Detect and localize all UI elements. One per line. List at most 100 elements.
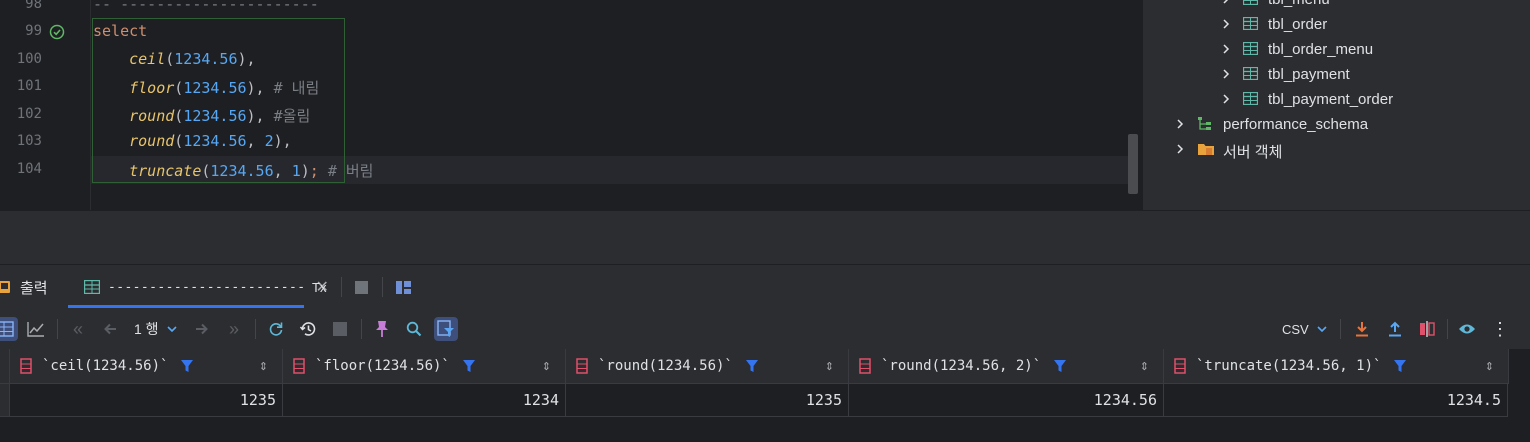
upload-icon bbox=[1389, 321, 1401, 337]
arrow-left-icon bbox=[104, 323, 116, 335]
sort-icon[interactable]: ⇕ bbox=[1485, 360, 1494, 373]
line-number: 98 bbox=[25, 0, 42, 12]
chart-view-button[interactable] bbox=[24, 317, 48, 341]
separator bbox=[382, 277, 383, 297]
refresh-button[interactable] bbox=[264, 317, 288, 341]
keyword-select: select bbox=[93, 22, 148, 40]
pin-button[interactable] bbox=[370, 317, 394, 341]
sql-editor[interactable]: 98 99 100 101 102 103 104 -- -----------… bbox=[0, 0, 1142, 210]
layout-icon bbox=[396, 280, 411, 294]
column-header[interactable]: `round(1234.56, 2)` ⇕ bbox=[849, 349, 1164, 384]
chevron-right-icon[interactable] bbox=[1221, 69, 1231, 79]
separator bbox=[361, 319, 362, 339]
table-cell[interactable]: 1235 bbox=[566, 384, 849, 417]
table-cell[interactable]: 1235 bbox=[10, 384, 283, 417]
cancel-query-button[interactable] bbox=[328, 317, 352, 341]
export-format-dropdown[interactable]: CSV bbox=[1282, 317, 1327, 341]
function-name: ceil bbox=[129, 50, 166, 68]
tree-item-schema[interactable]: performance_schema bbox=[1223, 116, 1368, 133]
chevron-right-icon[interactable] bbox=[1221, 0, 1231, 4]
tree-item-table[interactable]: tbl_order bbox=[1268, 16, 1327, 33]
layout-button[interactable] bbox=[396, 265, 411, 309]
number-literal: 1234.56 bbox=[183, 132, 247, 150]
rows-dropdown[interactable]: 1 행 bbox=[134, 317, 177, 341]
sort-icon[interactable]: ⇕ bbox=[259, 360, 268, 373]
last-page-button[interactable]: » bbox=[222, 317, 246, 341]
chevron-right-icon[interactable] bbox=[1175, 119, 1185, 129]
tab-output-label: 출력 bbox=[20, 279, 48, 297]
tab-result[interactable]: ------------------------ ✕ bbox=[84, 265, 329, 309]
line-number: 103 bbox=[16, 133, 42, 149]
row-number[interactable] bbox=[0, 384, 10, 417]
statement-boundary bbox=[92, 18, 345, 183]
execution-success-icon[interactable] bbox=[49, 24, 65, 40]
search-button[interactable] bbox=[402, 317, 426, 341]
more-options-button[interactable]: ⋮ bbox=[1488, 317, 1512, 341]
prev-page-button[interactable] bbox=[98, 317, 122, 341]
column-header-label: `truncate(1234.56, 1)` bbox=[1196, 358, 1382, 374]
column-icon bbox=[859, 358, 871, 374]
comment: # 버림 bbox=[327, 162, 374, 180]
table-cell[interactable]: 1234.5 bbox=[1164, 384, 1508, 417]
history-button[interactable] bbox=[296, 317, 320, 341]
code-line-100: ceil(1234.56), bbox=[129, 50, 256, 68]
stop-icon bbox=[333, 322, 347, 336]
column-header[interactable]: `truncate(1234.56, 1)` ⇕ bbox=[1164, 349, 1509, 384]
table-view-button[interactable] bbox=[0, 317, 18, 341]
editor-scrollbar[interactable] bbox=[1128, 134, 1138, 194]
upload-button[interactable] bbox=[1383, 317, 1407, 341]
code-line-103: round(1234.56, 2), bbox=[129, 132, 292, 150]
chevron-down-icon bbox=[1317, 326, 1327, 333]
arrow-right-icon bbox=[196, 323, 208, 335]
code-line-101: floor(1234.56), # 내림 bbox=[129, 79, 320, 97]
tree-item-table[interactable]: tbl_payment_order bbox=[1268, 91, 1393, 108]
filter-icon[interactable] bbox=[462, 359, 476, 373]
tree-item-table[interactable]: tbl_order_menu bbox=[1268, 41, 1373, 58]
chevron-right-icon[interactable] bbox=[1221, 44, 1231, 54]
results-grid: `ceil(1234.56)` ⇕ `floor(1234.56)` ⇕ `ro… bbox=[0, 349, 1530, 442]
code-line-99: select bbox=[93, 22, 147, 40]
line-number: 100 bbox=[16, 51, 42, 67]
tree-item-table[interactable]: tbl_menu bbox=[1268, 0, 1330, 8]
filter-icon[interactable] bbox=[1393, 359, 1407, 373]
view-button[interactable] bbox=[1455, 317, 1479, 341]
compare-button[interactable] bbox=[1415, 317, 1439, 341]
history-icon bbox=[299, 322, 316, 336]
tab-output[interactable]: 출력 bbox=[0, 265, 48, 309]
table-cell[interactable]: 1234 bbox=[283, 384, 566, 417]
panel-divider[interactable] bbox=[0, 210, 1530, 264]
sort-icon[interactable]: ⇕ bbox=[825, 360, 834, 373]
first-page-button[interactable]: « bbox=[66, 317, 90, 341]
column-icon bbox=[20, 358, 32, 374]
tree-item-table[interactable]: tbl_payment bbox=[1268, 66, 1350, 83]
filter-button[interactable] bbox=[434, 317, 458, 341]
sort-icon[interactable]: ⇕ bbox=[542, 360, 551, 373]
database-tree: tbl_menu tbl_order tbl_order_menu tbl_pa… bbox=[1142, 0, 1530, 210]
number-literal: 1234.56 bbox=[183, 107, 247, 125]
table-cell[interactable]: 1234.56 bbox=[849, 384, 1164, 417]
column-header-label: `round(1234.56)` bbox=[598, 358, 733, 374]
number-literal: 1 bbox=[291, 162, 301, 180]
console-icon bbox=[0, 281, 10, 293]
chevron-right-icon[interactable] bbox=[1221, 19, 1231, 29]
column-header[interactable]: `floor(1234.56)` ⇕ bbox=[283, 349, 566, 384]
filter-icon[interactable] bbox=[1053, 359, 1067, 373]
column-header[interactable]: `round(1234.56)` ⇕ bbox=[566, 349, 849, 384]
number-literal: 1234.56 bbox=[174, 50, 238, 68]
next-page-button[interactable] bbox=[190, 317, 214, 341]
filter-icon[interactable] bbox=[745, 359, 759, 373]
column-header[interactable]: `ceil(1234.56)` ⇕ bbox=[10, 349, 283, 384]
download-button[interactable] bbox=[1350, 317, 1374, 341]
chevron-right-icon[interactable] bbox=[1221, 94, 1231, 104]
sort-icon[interactable]: ⇕ bbox=[1140, 360, 1149, 373]
chevron-right-icon[interactable] bbox=[1175, 144, 1185, 154]
stop-button[interactable] bbox=[355, 265, 368, 309]
eye-icon bbox=[1459, 324, 1475, 334]
column-icon bbox=[1174, 358, 1186, 374]
line-gutter: 98 99 100 101 102 103 104 bbox=[0, 0, 91, 210]
tree-item-server-objects[interactable]: 서버 객체 bbox=[1223, 141, 1282, 162]
stop-icon bbox=[355, 280, 368, 294]
filter-icon[interactable] bbox=[180, 359, 194, 373]
folder-icon bbox=[1198, 144, 1214, 155]
tx-button[interactable]: Tx bbox=[312, 265, 326, 309]
